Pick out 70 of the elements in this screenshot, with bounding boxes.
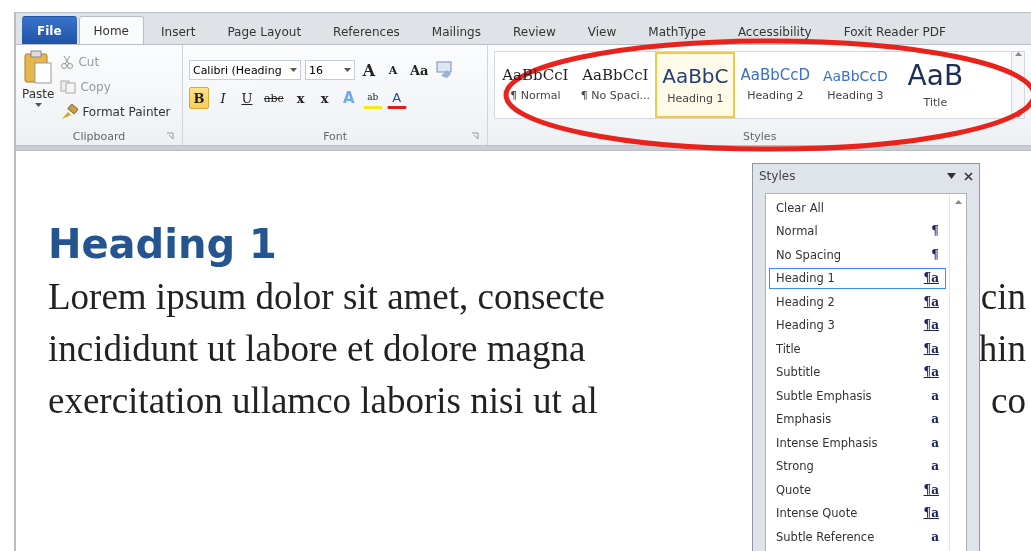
- ribbon-tab[interactable]: Insert: [146, 19, 211, 44]
- style-list-item[interactable]: Heading 1 ¶a: [769, 267, 946, 289]
- style-list-item[interactable]: Subtle Emphasis a: [769, 385, 946, 407]
- file-tab[interactable]: File: [22, 16, 77, 44]
- italic-button[interactable]: I: [212, 87, 233, 109]
- subscript-button[interactable]: x: [290, 87, 311, 109]
- style-gallery-item[interactable]: AaBbCcD Heading 3: [815, 52, 896, 118]
- style-list-item[interactable]: Intense Emphasis a: [769, 432, 946, 454]
- style-gallery-item[interactable]: AaB Title: [895, 52, 976, 118]
- scroll-up-icon[interactable]: [1014, 52, 1022, 56]
- underline-button[interactable]: U: [236, 87, 257, 109]
- style-list-item[interactable]: Heading 2 ¶a: [769, 291, 946, 313]
- style-list-item[interactable]: Emphasis a: [769, 408, 946, 430]
- body-text: hin: [978, 327, 1027, 371]
- group-label: Styles: [743, 129, 777, 143]
- style-list-item[interactable]: No Spacing ¶: [769, 244, 946, 266]
- dialog-launcher-icon[interactable]: [165, 132, 174, 140]
- paintbrush-icon: [60, 104, 79, 120]
- pane-title: Styles: [759, 169, 797, 183]
- style-list-item[interactable]: Normal ¶: [769, 220, 946, 242]
- font-size-field[interactable]: 16: [304, 60, 355, 80]
- group-label: Font: [323, 129, 348, 143]
- ribbon-tab[interactable]: Accessibility: [722, 19, 827, 44]
- grow-font-button[interactable]: A: [358, 59, 379, 81]
- caret-icon: [34, 103, 42, 107]
- style-list-item[interactable]: Subtitle ¶a: [769, 361, 946, 383]
- shrink-font-button[interactable]: A: [382, 59, 403, 81]
- document-heading: Heading 1: [48, 221, 277, 267]
- copy-icon: [60, 80, 77, 94]
- painter-button[interactable]: Format Painter: [60, 101, 171, 123]
- strikethrough-button[interactable]: abc: [260, 87, 287, 109]
- body-text: exercitation ullamco laboris nisi ut al: [48, 379, 598, 423]
- ribbon-tab[interactable]: Mailings: [416, 19, 496, 44]
- body-text: incididunt ut labore et dolore magna: [48, 327, 586, 371]
- dropdown-icon[interactable]: [947, 173, 956, 179]
- style-list-item[interactable]: Clear All: [769, 197, 946, 219]
- ribbon-tab[interactable]: References: [318, 19, 415, 44]
- font-color-button[interactable]: A: [386, 87, 407, 109]
- caret-icon: [289, 68, 297, 72]
- style-list-item[interactable]: Quote ¶a: [769, 479, 946, 501]
- style-list-item[interactable]: Subtle Reference a: [769, 526, 946, 548]
- paste-button[interactable]: Paste: [22, 49, 55, 127]
- bold-button[interactable]: B: [188, 87, 209, 109]
- clipboard-icon: [23, 49, 54, 85]
- style-list-item[interactable]: Intense Quote ¶a: [769, 502, 946, 524]
- ribbon-tab[interactable]: Page Layout: [212, 19, 317, 44]
- scroll-up-icon[interactable]: [954, 200, 962, 204]
- body-text: cin: [980, 275, 1027, 319]
- caret-icon: [343, 68, 351, 72]
- change-case-button[interactable]: Aa: [406, 59, 432, 81]
- dialog-launcher-icon[interactable]: [471, 132, 480, 140]
- highlight-button[interactable]: ab: [362, 87, 383, 109]
- style-gallery-item[interactable]: AaBbCcI ¶ No Spaci...: [575, 52, 656, 118]
- style-gallery-item[interactable]: AaBbCcD Heading 2: [735, 52, 816, 118]
- body-text: co: [991, 379, 1027, 423]
- scissors-icon: [60, 55, 75, 69]
- style-list-item[interactable]: Heading 3 ¶a: [769, 314, 946, 336]
- style-list-item[interactable]: Strong a: [769, 455, 946, 477]
- ribbon-tab[interactable]: Review: [497, 19, 571, 44]
- style-list-item[interactable]: Title ¶a: [769, 338, 946, 360]
- superscript-button[interactable]: x: [314, 87, 335, 109]
- group-label: Clipboard: [72, 129, 126, 143]
- ribbon-tab[interactable]: Home: [78, 16, 144, 44]
- ribbon-tab[interactable]: MathType: [633, 19, 721, 44]
- ribbon-tab[interactable]: Foxit Reader PDF: [828, 19, 961, 44]
- close-icon[interactable]: [964, 171, 973, 181]
- body-text: Lorem ipsum dolor sit amet, consecte: [48, 275, 605, 319]
- style-gallery-item[interactable]: AaBbC Heading 1: [655, 52, 736, 118]
- ribbon-tab[interactable]: View: [572, 19, 632, 44]
- font-name-field[interactable]: Calibri (Heading: [188, 60, 301, 80]
